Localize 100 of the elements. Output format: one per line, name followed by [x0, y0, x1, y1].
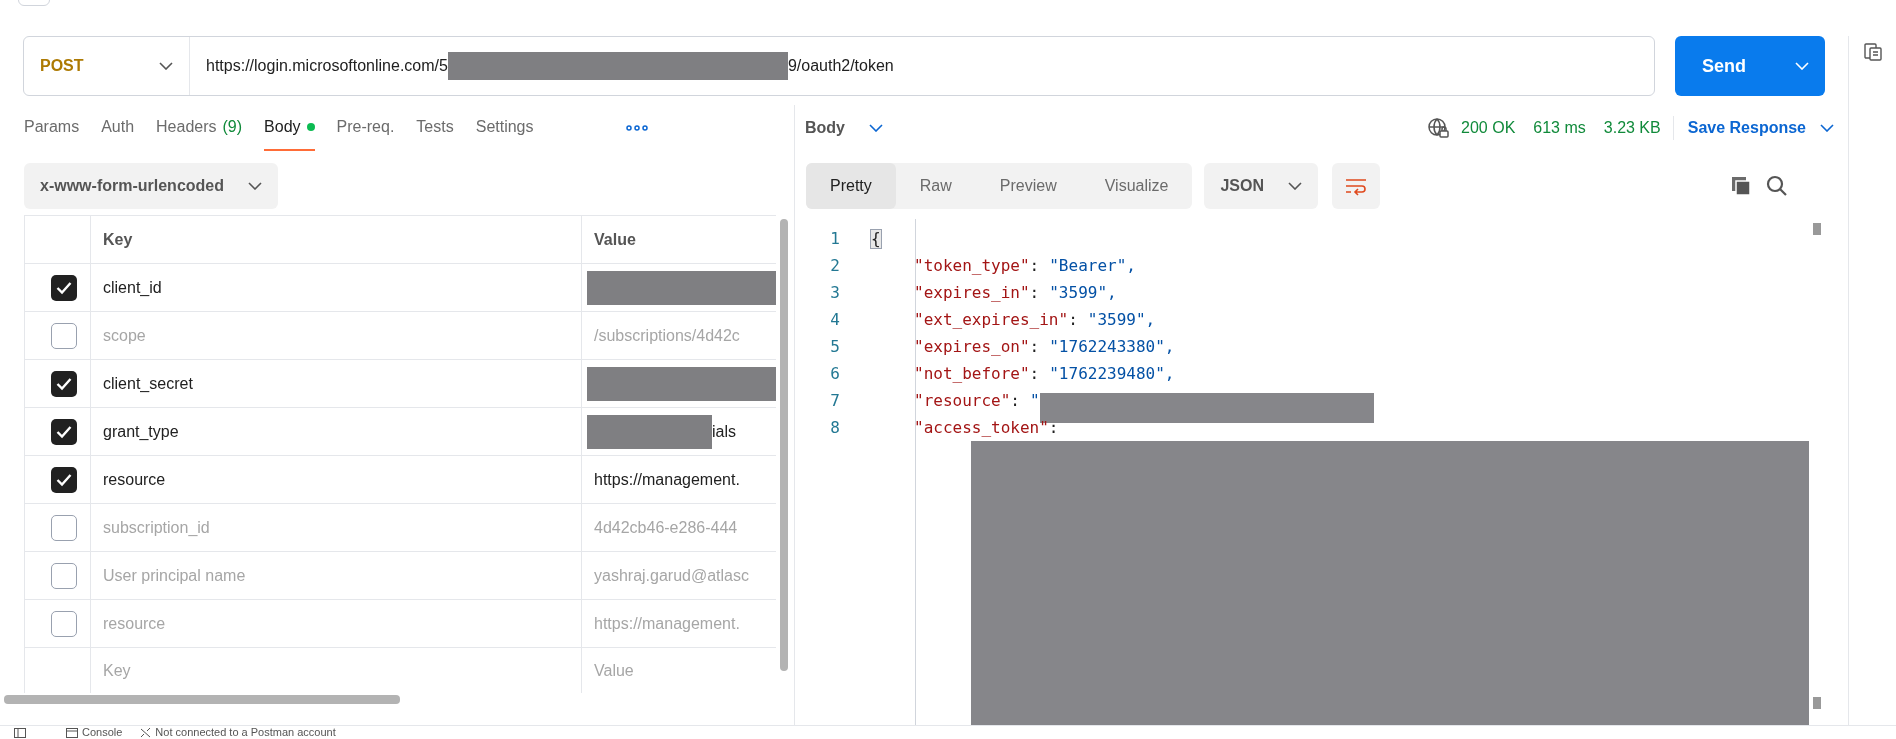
request-tab[interactable]: Params	[24, 105, 80, 151]
check-icon	[55, 472, 72, 487]
table-cell-text: https://management.	[594, 613, 740, 634]
json-key: "token_type"	[914, 253, 1030, 278]
console-link[interactable]: Console	[82, 727, 123, 738]
request-tab[interactable]: Tests	[416, 105, 454, 151]
chevron-down-icon	[1795, 62, 1809, 70]
code-text: :	[1048, 416, 1059, 439]
code-text: :	[1029, 335, 1040, 358]
response-size: 3.23 KB	[1603, 116, 1674, 140]
line-number: 7	[829, 389, 840, 412]
wrap-lines-button[interactable]	[1332, 163, 1381, 209]
url-field[interactable]: https://login.microsoftonline.com/5 9/oauth2/token	[190, 37, 1654, 95]
line-number: 8	[829, 416, 840, 439]
json-value: "Bearer",	[1049, 254, 1136, 277]
column-header: Key	[91, 216, 582, 263]
json-key: "not_before"	[914, 361, 1030, 386]
table-cell-text: https://management.	[594, 469, 740, 490]
table-cell-text: 4d42cb46-e286-444	[594, 517, 738, 538]
json-value: "3599",	[1049, 281, 1117, 304]
request-tab[interactable]: Auth	[101, 105, 135, 151]
table-cell: subscription_id	[91, 504, 582, 551]
url-text: https://login.microsoftonline.com/5	[206, 56, 448, 76]
table-cell: client_id	[91, 264, 582, 311]
table-cell: grant_type	[91, 408, 582, 455]
json-value: "3599",	[1087, 308, 1156, 331]
globe-lock-icon[interactable]	[1427, 117, 1450, 139]
format-dropdown[interactable]: JSON	[1204, 163, 1319, 209]
line-number: 5	[829, 335, 840, 358]
table-cell-text: yashraj.garud@atlasc	[594, 565, 749, 586]
sidebar-toggle-icon[interactable]	[14, 727, 26, 738]
json-key: "expires_in"	[914, 280, 1030, 305]
line-number: 1	[829, 227, 840, 250]
chevron-down-icon	[159, 62, 173, 70]
url-text: 9/oauth2/token	[787, 56, 894, 76]
table-cell: resource	[91, 456, 582, 503]
code-text: :	[1068, 308, 1078, 331]
code-text: {	[870, 228, 882, 249]
json-value: "1762243380",	[1049, 335, 1175, 358]
line-number: 3	[829, 281, 840, 304]
table-cell: scope	[91, 312, 582, 359]
line-number: 2	[829, 254, 840, 277]
view-mode-tab[interactable]: Preview	[975, 163, 1081, 209]
response-view-dropdown[interactable]: Body	[805, 116, 883, 140]
json-key: "access_token"	[914, 415, 1049, 440]
chevron-down-icon	[248, 182, 262, 190]
checkbox[interactable]	[50, 418, 77, 445]
chevron-down-icon	[869, 124, 883, 132]
save-response-dropdown[interactable]: Save Response	[1687, 116, 1834, 140]
checkbox[interactable]	[50, 514, 77, 541]
connection-status: Not connected to a Postman account	[155, 727, 336, 738]
line-number: 4	[829, 308, 840, 331]
view-mode-tab[interactable]: Raw	[895, 163, 976, 209]
table-cell: resource	[91, 600, 582, 647]
checkbox[interactable]	[50, 322, 77, 349]
table-cell-text: /subscriptions/4d42c	[594, 325, 740, 346]
table-cell-text: ials	[712, 421, 736, 442]
view-mode-tab[interactable]: Pretty	[806, 163, 896, 209]
body-type-dropdown[interactable]: x-www-form-urlencoded	[24, 163, 278, 209]
json-key: "ext_expires_in"	[914, 307, 1069, 332]
request-tab[interactable]: Headers (9)	[156, 105, 243, 151]
check-icon	[55, 376, 72, 391]
copy-icon[interactable]	[1730, 175, 1752, 197]
checkbox[interactable]	[50, 610, 77, 637]
scrollbar[interactable]	[4, 695, 400, 704]
line-number: 6	[829, 362, 840, 385]
request-tab[interactable]: Settings	[475, 105, 534, 151]
chevron-down-icon	[1288, 182, 1303, 190]
scrollbar[interactable]	[780, 219, 788, 671]
json-key: "resource"	[914, 388, 1011, 413]
wrap-lines-icon	[1344, 176, 1369, 196]
column-header: Value	[593, 229, 637, 250]
check-icon	[55, 424, 72, 439]
json-key: "expires_on"	[914, 334, 1030, 359]
checkbox[interactable]	[50, 370, 77, 397]
status-code: 200 OK	[1461, 118, 1516, 138]
scrollbar[interactable]	[1813, 223, 1821, 235]
code-text: :	[1029, 362, 1040, 385]
console-icon	[66, 727, 78, 738]
code-text: :	[1010, 389, 1020, 412]
more-icon[interactable]	[625, 125, 648, 131]
request-tab[interactable]: Body	[264, 105, 315, 151]
chevron-down-icon	[1820, 124, 1834, 132]
send-button[interactable]: Send	[1675, 36, 1825, 96]
disconnected-icon	[140, 727, 152, 738]
code-text: :	[1029, 281, 1040, 304]
checkbox[interactable]	[50, 274, 77, 301]
check-icon	[55, 280, 72, 295]
code-text: :	[1029, 254, 1040, 277]
scrollbar[interactable]	[1813, 697, 1821, 709]
view-mode-tab[interactable]: Visualize	[1080, 163, 1193, 209]
request-tab[interactable]: Pre-req.	[336, 105, 395, 151]
response-time: 613 ms	[1533, 118, 1586, 138]
table-cell: User principal name	[91, 552, 582, 599]
json-value: "1762239480",	[1049, 362, 1175, 385]
checkbox[interactable]	[50, 562, 77, 589]
document-icon[interactable]	[1862, 42, 1883, 62]
search-icon[interactable]	[1766, 175, 1788, 197]
checkbox[interactable]	[50, 466, 77, 493]
method-dropdown[interactable]: POST	[24, 37, 190, 95]
